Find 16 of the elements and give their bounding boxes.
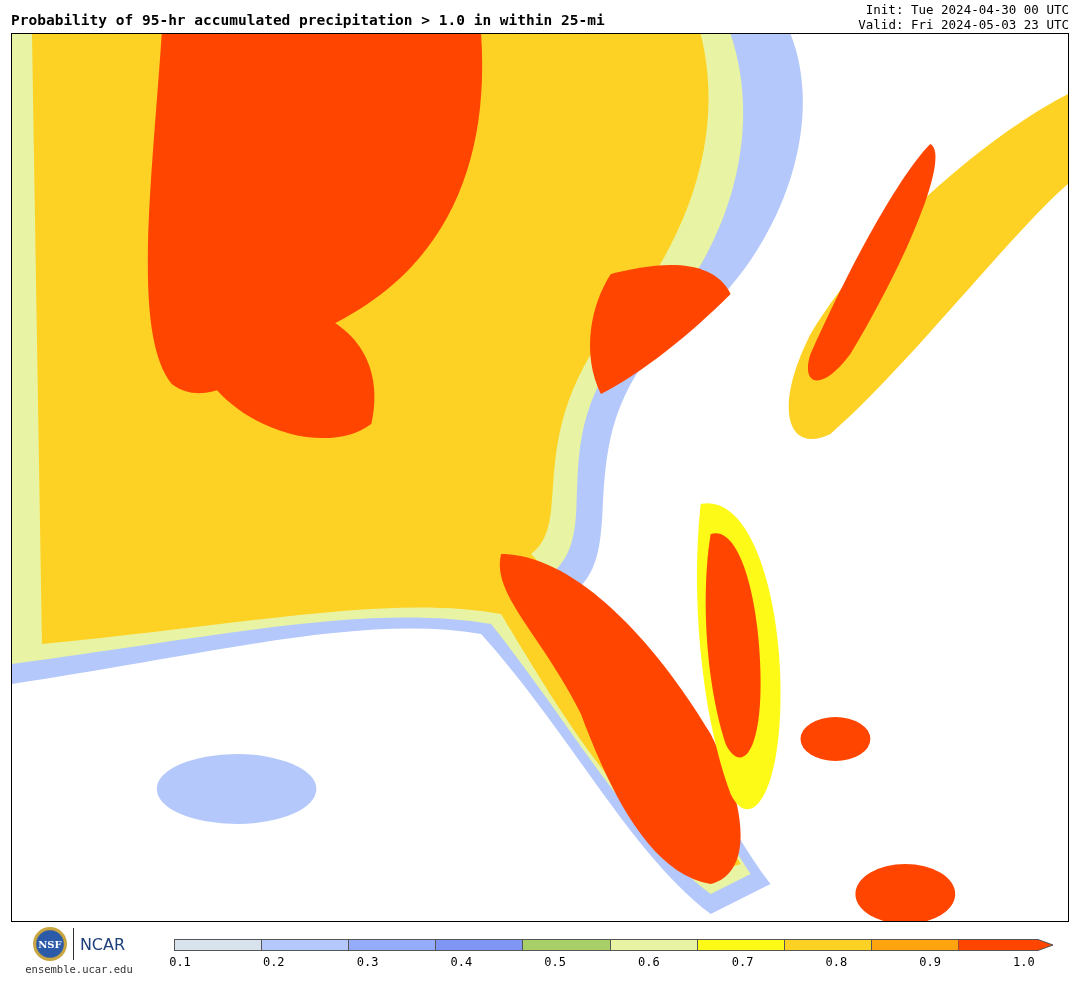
init-time: Init: Tue 2024-04-30 00 UTC	[865, 2, 1069, 17]
colorbar-tick-label: 0.6	[637, 955, 661, 969]
chart-title: Probability of 95-hr accumulated precipitation > 1.0 in within 25-mi	[11, 12, 605, 30]
nsf-text: NSF	[38, 938, 62, 950]
ncar-logo: NCAR	[79, 934, 126, 954]
colorbar-tick-label: 0.7	[730, 955, 755, 969]
colorbar-tick-label: 0.4	[449, 955, 474, 969]
colorbar-tick-label: 0.9	[918, 955, 942, 969]
colorbar-tick-label: 0.1	[168, 955, 192, 969]
colorbar-tick-label: 0.8	[824, 955, 849, 969]
colorbar-tick-label: 0.5	[543, 955, 567, 969]
valid-time: Valid: Fri 2024-05-03 23 UTC	[858, 17, 1069, 32]
colorbar-tick-label: 0.3	[355, 955, 380, 969]
colorbar-tick-label: 0.2	[261, 955, 286, 969]
colorbar-tick-label: 1.0	[1012, 955, 1036, 969]
site-url: ensemble.ucar.edu	[25, 963, 133, 975]
